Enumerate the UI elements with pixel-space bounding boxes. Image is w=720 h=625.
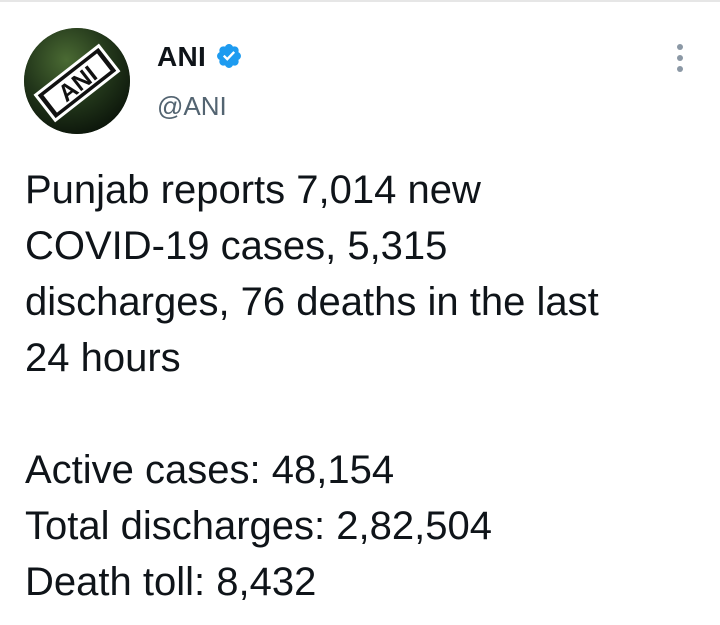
- more-vertical-icon: [677, 66, 683, 72]
- more-vertical-icon: [677, 55, 683, 61]
- verified-badge-icon: [217, 44, 241, 68]
- author-handle[interactable]: @ANI: [157, 90, 227, 122]
- more-options-button[interactable]: [664, 40, 696, 76]
- total-discharges-line: Total discharges: 2,82,504: [25, 504, 492, 548]
- tweet-text-line: discharges, 76 deaths in the last: [25, 280, 599, 324]
- death-toll-line: Death toll: 8,432: [25, 560, 317, 604]
- tweet-text-line: Punjab reports 7,014 new: [25, 168, 481, 212]
- ani-logo-avatar-icon: ANI: [24, 28, 130, 134]
- tweet-card: ANI ANI @ANI Punjab reports 7,014 new CO…: [0, 0, 720, 625]
- tweet-text: Punjab reports 7,014 new COVID-19 cases,…: [25, 162, 705, 610]
- author-avatar[interactable]: ANI: [24, 28, 130, 134]
- tweet-text-line: 24 hours: [25, 336, 181, 380]
- author-display-name[interactable]: ANI: [157, 40, 206, 74]
- tweet-text-line: COVID-19 cases, 5,315: [25, 224, 448, 268]
- more-vertical-icon: [677, 44, 683, 50]
- active-cases-line: Active cases: 48,154: [25, 448, 395, 492]
